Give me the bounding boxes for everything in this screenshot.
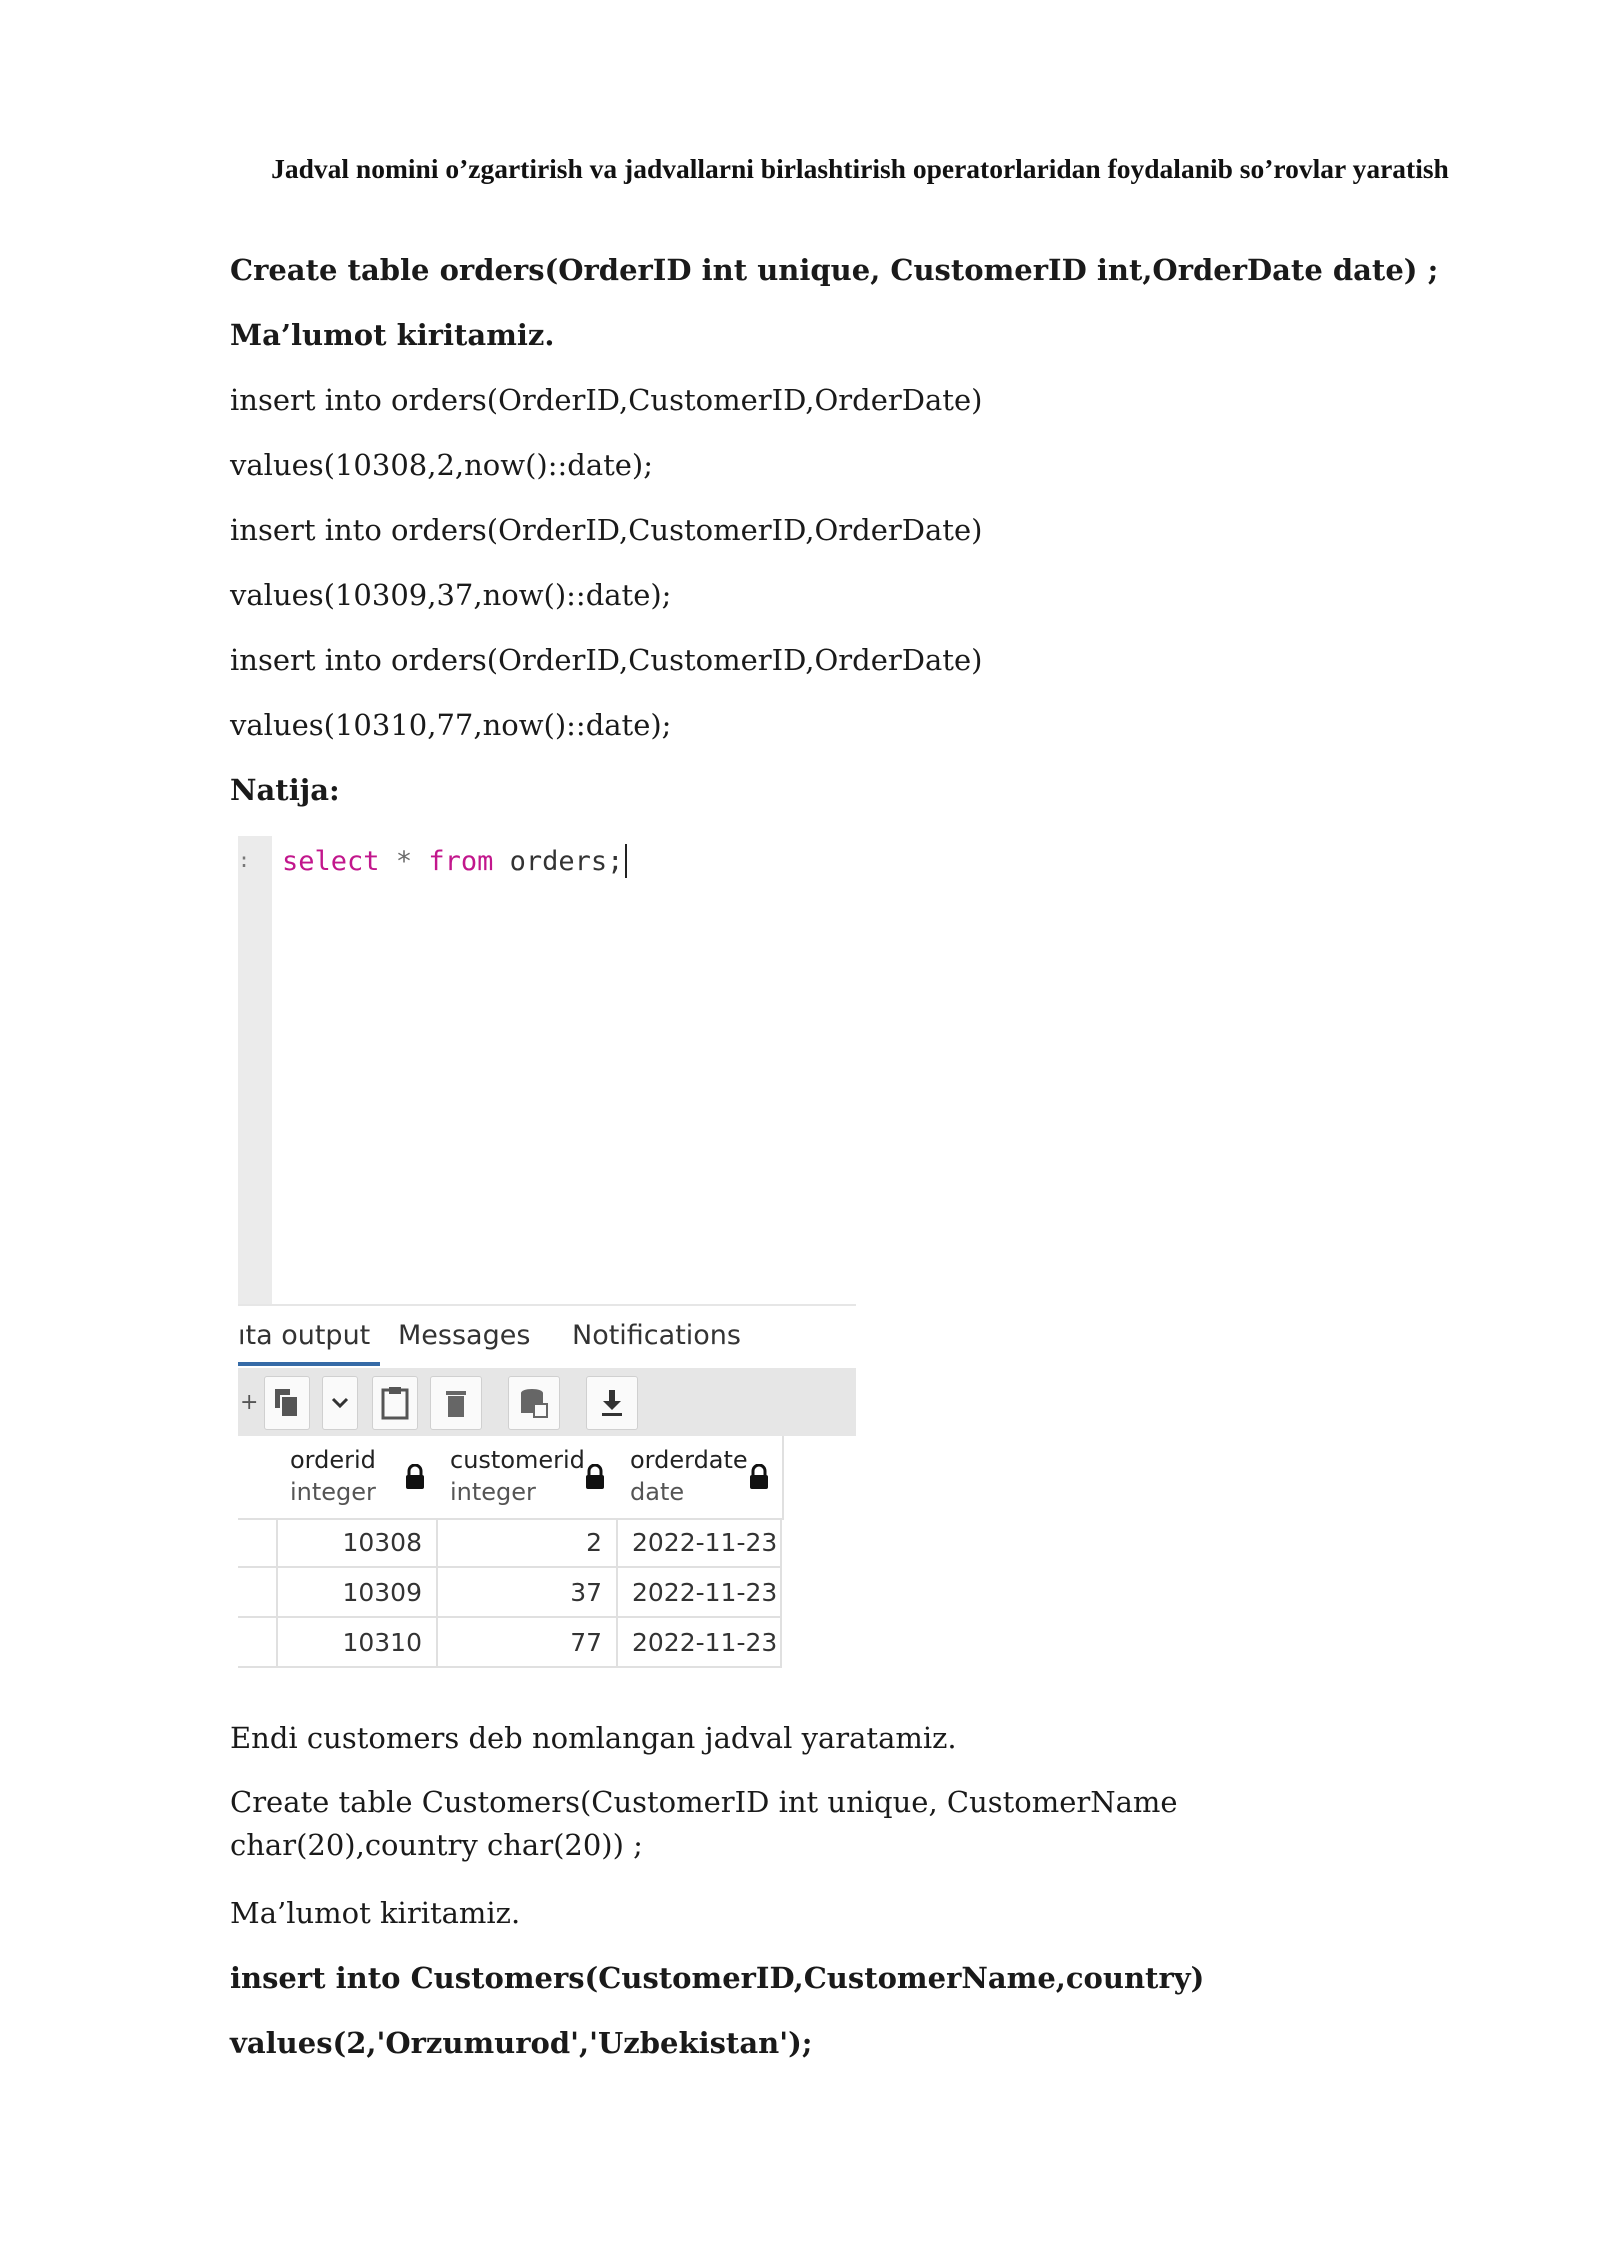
query-text[interactable]: select * from orders; bbox=[282, 842, 628, 882]
cell-orderdate[interactable]: 2022-11-23 bbox=[618, 1618, 782, 1668]
column-header-orderdate[interactable]: orderdate date bbox=[618, 1436, 784, 1520]
malumot-heading-2: Ma’lumot kiritamiz. bbox=[230, 1896, 521, 1930]
table-name: orders; bbox=[509, 846, 624, 877]
values-line-1: values(10308,2,now()::date); bbox=[230, 448, 654, 482]
result-tabs: ıta output Messages Notifications bbox=[238, 1304, 856, 1370]
values-customers-line: values(2,'Orzumurod','Uzbekistan'); bbox=[230, 2026, 813, 2060]
add-row-icon[interactable]: + bbox=[240, 1390, 258, 1415]
cell-orderdate[interactable]: 2022-11-23 bbox=[618, 1568, 782, 1618]
paste-icon bbox=[381, 1387, 409, 1420]
text-cursor bbox=[625, 844, 628, 878]
save-data-button[interactable] bbox=[508, 1376, 560, 1430]
natija-heading: Natija: bbox=[230, 773, 340, 807]
malumot-heading-1: Ma’lumot kiritamiz. bbox=[230, 318, 555, 352]
column-name: orderid bbox=[290, 1446, 376, 1474]
cell-customerid[interactable]: 2 bbox=[438, 1518, 618, 1568]
delete-icon bbox=[446, 1391, 466, 1417]
row-header[interactable] bbox=[238, 1618, 278, 1668]
lock-icon bbox=[406, 1464, 424, 1489]
paste-button[interactable] bbox=[372, 1376, 418, 1430]
lock-icon bbox=[586, 1464, 604, 1489]
star-operator: * bbox=[395, 846, 413, 877]
insert-line-2: insert into orders(OrderID,CustomerID,Or… bbox=[230, 513, 983, 547]
column-header-customerid[interactable]: customerid integer bbox=[438, 1436, 620, 1520]
download-icon bbox=[602, 1390, 622, 1416]
result-toolbar: + bbox=[238, 1368, 856, 1436]
column-name: customerid bbox=[450, 1446, 585, 1474]
cell-orderdate[interactable]: 2022-11-23 bbox=[618, 1518, 782, 1568]
create-customers-statement: Create table Customers(CustomerID int un… bbox=[230, 1785, 1178, 1862]
cell-customerid[interactable]: 77 bbox=[438, 1618, 618, 1668]
editor-gutter: : bbox=[238, 836, 272, 1304]
column-type: integer bbox=[290, 1478, 376, 1506]
delete-button[interactable] bbox=[430, 1376, 482, 1430]
column-header-orderid[interactable]: orderid integer bbox=[278, 1436, 440, 1520]
row-header[interactable] bbox=[238, 1568, 278, 1618]
values-line-2: values(10309,37,now()::date); bbox=[230, 578, 672, 612]
endi-paragraph: Endi customers deb nomlangan jadval yara… bbox=[230, 1721, 957, 1755]
values-line-3: values(10310,77,now()::date); bbox=[230, 708, 672, 742]
column-name: orderdate bbox=[630, 1446, 748, 1474]
save-data-icon bbox=[521, 1389, 548, 1418]
cell-orderid[interactable]: 10309 bbox=[278, 1568, 438, 1618]
chevron-down-icon bbox=[331, 1397, 349, 1409]
download-button[interactable] bbox=[586, 1376, 638, 1430]
copy-icon bbox=[275, 1389, 299, 1418]
tab-data-output[interactable]: ıta output bbox=[238, 1320, 370, 1351]
row-header[interactable] bbox=[238, 1518, 278, 1568]
active-tab-indicator bbox=[238, 1362, 380, 1366]
page-title: Jadval nomini o’zgartirish va jadvallarn… bbox=[271, 153, 1449, 184]
tab-messages[interactable]: Messages bbox=[398, 1320, 530, 1351]
keyword-select: select bbox=[282, 846, 380, 877]
keyword-from: from bbox=[428, 846, 494, 877]
column-type: integer bbox=[450, 1478, 536, 1506]
insert-line-3: insert into orders(OrderID,CustomerID,Or… bbox=[230, 643, 983, 677]
copy-options-button[interactable] bbox=[322, 1376, 358, 1430]
row-header-corner bbox=[238, 1436, 280, 1520]
insert-line-1: insert into orders(OrderID,CustomerID,Or… bbox=[230, 383, 983, 417]
gutter-marker: : bbox=[238, 848, 251, 872]
lock-icon bbox=[750, 1464, 768, 1489]
insert-customers-line: insert into Customers(CustomerID,Custome… bbox=[230, 1961, 1205, 1995]
cell-customerid[interactable]: 37 bbox=[438, 1568, 618, 1618]
tab-notifications[interactable]: Notifications bbox=[572, 1320, 741, 1351]
copy-button[interactable] bbox=[264, 1376, 310, 1430]
create-orders-statement: Create table orders(OrderID int unique, … bbox=[230, 253, 1439, 287]
cell-orderid[interactable]: 10310 bbox=[278, 1618, 438, 1668]
cell-orderid[interactable]: 10308 bbox=[278, 1518, 438, 1568]
query-editor[interactable]: : select * from orders; bbox=[238, 836, 856, 1304]
column-type: date bbox=[630, 1478, 685, 1506]
